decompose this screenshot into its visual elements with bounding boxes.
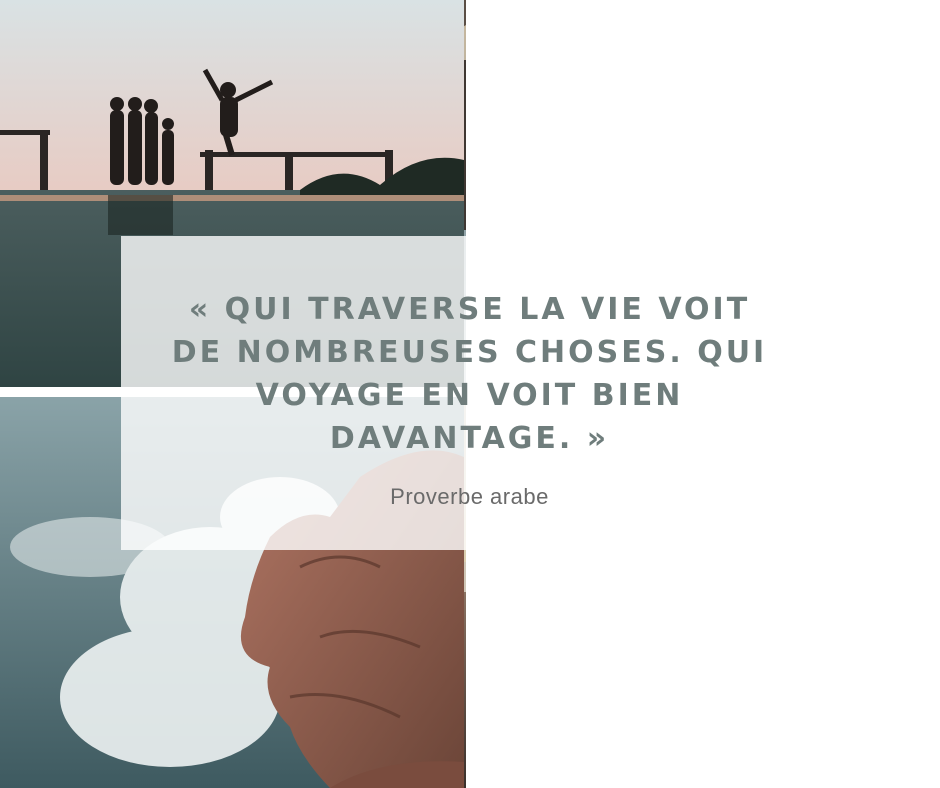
quote-collage: « Qui traverse la vie voit de nombreuses… [0,0,940,788]
quote-card: « Qui traverse la vie voit de nombreuses… [121,236,818,550]
quote-author: Proverbe arabe [390,484,549,509]
quote-text: « Qui traverse la vie voit de nombreuses… [171,292,768,456]
